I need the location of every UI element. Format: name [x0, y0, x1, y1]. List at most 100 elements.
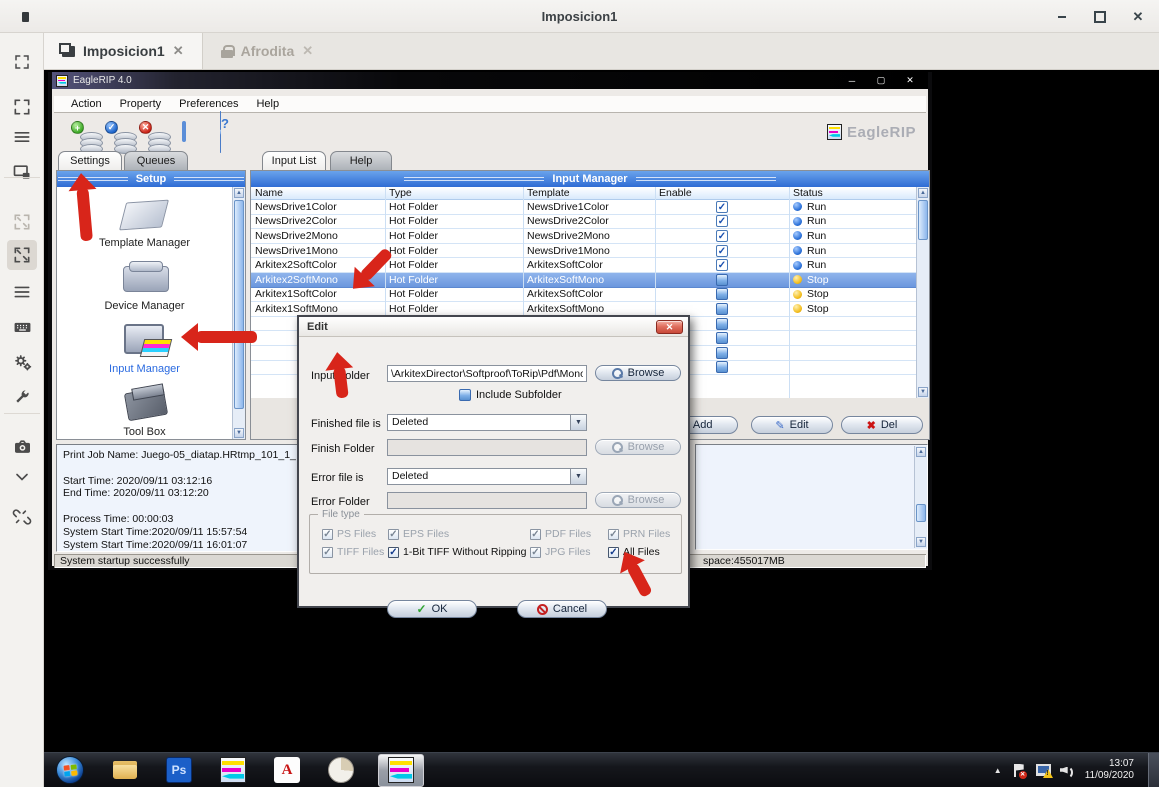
- scroll-up-icon[interactable]: ▲: [234, 188, 244, 198]
- volume-icon[interactable]: [1060, 764, 1075, 777]
- show-desktop-button[interactable]: [1148, 753, 1159, 787]
- error-file-select[interactable]: Deleted▼: [387, 468, 587, 485]
- dialog-titlebar[interactable]: Edit ✕: [299, 317, 688, 337]
- filetype-checkbox-1-bit-tiff-without-ripping[interactable]: ✓1-Bit TIFF Without Ripping: [388, 546, 530, 558]
- table-row[interactable]: NewsDrive1Mono Hot Folder NewsDrive1Mono…: [251, 244, 916, 259]
- enable-checkbox[interactable]: ✓: [716, 215, 728, 227]
- maximize-button[interactable]: [1093, 10, 1107, 24]
- table-row[interactable]: Arkitex1SoftColor Hot Folder ArkitexSoft…: [251, 288, 916, 303]
- checkbox-unchecked-icon[interactable]: [459, 389, 471, 401]
- enable-checkbox[interactable]: [716, 288, 728, 300]
- fullscreen-icon[interactable]: [10, 95, 34, 119]
- scroll-up-icon[interactable]: ▲: [916, 447, 926, 457]
- minimize-button[interactable]: [1055, 10, 1069, 24]
- menu-help[interactable]: Help: [247, 98, 288, 110]
- list-scrollbar[interactable]: ▲ ▼: [914, 446, 927, 548]
- resize-corners-icon[interactable]: [10, 50, 34, 74]
- menu-icon[interactable]: [10, 280, 34, 304]
- menu-action[interactable]: Action: [62, 98, 111, 110]
- dialog-close-button[interactable]: ✕: [656, 320, 683, 334]
- setup-item-tool-box[interactable]: Tool Box: [116, 384, 174, 438]
- browse-input-folder-button[interactable]: Browse: [595, 365, 681, 381]
- tab-help[interactable]: Help: [330, 151, 392, 170]
- eaglerip-taskbar-icon[interactable]: [220, 757, 246, 783]
- remote-desktop: EagleRIP 4.0 ─ ▢ ✕ ActionPropertyPrefere…: [44, 70, 1159, 787]
- input-folder-field[interactable]: [387, 365, 587, 382]
- finished-file-select[interactable]: Deleted▼: [387, 414, 587, 431]
- screenshot-camera-icon[interactable]: [10, 435, 34, 459]
- eaglerip-titlebar[interactable]: EagleRIP 4.0 ─ ▢ ✕: [52, 72, 928, 89]
- table-row[interactable]: NewsDrive1Color Hot Folder NewsDrive1Col…: [251, 200, 916, 215]
- erip-maximize-button[interactable]: ▢: [873, 75, 889, 86]
- preferences-gears-icon[interactable]: [10, 350, 34, 374]
- enable-checkbox[interactable]: ✓: [716, 259, 728, 271]
- scroll-down-icon[interactable]: ▼: [918, 387, 928, 397]
- enable-checkbox[interactable]: ✓: [716, 230, 728, 242]
- erip-close-button[interactable]: ✕: [902, 75, 918, 86]
- scroll-down-icon[interactable]: ▼: [916, 537, 926, 547]
- clock[interactable]: 13:0711/09/2020: [1085, 758, 1138, 782]
- setup-item-device-manager[interactable]: Device Manager: [104, 258, 184, 312]
- edit-button[interactable]: ✎Edit: [751, 416, 833, 434]
- table-row[interactable]: NewsDrive2Mono Hot Folder NewsDrive2Mono…: [251, 229, 916, 244]
- tools-wrench-icon[interactable]: [10, 385, 34, 409]
- cancel-button[interactable]: Cancel: [517, 600, 607, 618]
- scroll-up-icon[interactable]: ▲: [918, 188, 928, 198]
- enable-checkbox[interactable]: ✓: [716, 201, 728, 213]
- enable-checkbox[interactable]: [716, 274, 728, 286]
- erip-minimize-button[interactable]: ─: [844, 76, 860, 86]
- enable-checkbox[interactable]: [716, 318, 728, 330]
- tab-imposicion1[interactable]: Imposicion1 ✕: [44, 33, 203, 69]
- tab-close-icon[interactable]: ✕: [173, 43, 184, 59]
- setup-item-template-manager[interactable]: Template Manager: [99, 195, 190, 249]
- chevron-down-icon[interactable]: ▼: [570, 469, 586, 484]
- table-row[interactable]: NewsDrive2Color Hot Folder NewsDrive2Col…: [251, 215, 916, 230]
- help-icon[interactable]: [220, 112, 221, 153]
- keyboard-icon[interactable]: [10, 315, 34, 339]
- ok-button[interactable]: ✓OK: [387, 600, 477, 618]
- clock-app-taskbar-icon[interactable]: [328, 757, 354, 783]
- multi-monitor-icon[interactable]: [10, 160, 34, 184]
- scroll-down-icon[interactable]: ▼: [234, 428, 244, 438]
- disconnect-icon[interactable]: [10, 505, 34, 529]
- enable-checkbox[interactable]: [716, 347, 728, 359]
- tab-close-icon[interactable]: ✕: [302, 43, 313, 59]
- collapse-chevron-icon[interactable]: [10, 465, 34, 489]
- tab-settings[interactable]: Settings: [58, 151, 122, 170]
- close-button[interactable]: ✕: [1131, 10, 1145, 24]
- chevron-down-icon[interactable]: ▼: [570, 415, 586, 430]
- row-status: Stop: [793, 288, 913, 302]
- queue-list-panel[interactable]: ▲ ▼: [695, 444, 928, 550]
- setup-item-input-manager[interactable]: Input Manager: [109, 321, 180, 375]
- table-scrollbar[interactable]: ▲ ▼: [916, 187, 929, 398]
- acrobat-taskbar-icon[interactable]: A: [274, 757, 300, 783]
- document-icon[interactable]: [182, 123, 186, 141]
- menu-property[interactable]: Property: [111, 98, 171, 110]
- enable-checkbox[interactable]: [716, 361, 728, 373]
- explorer-taskbar-icon[interactable]: [112, 757, 138, 783]
- tab-input-list[interactable]: Input List: [262, 151, 326, 170]
- scaled-mode-active-icon[interactable]: [7, 240, 37, 270]
- setup-scrollbar[interactable]: ▲ ▼: [232, 187, 245, 439]
- show-hidden-icons-button[interactable]: ▲: [994, 766, 1002, 775]
- resolution-lines-icon[interactable]: [10, 125, 34, 149]
- photoshop-taskbar-icon[interactable]: Ps: [166, 757, 192, 783]
- del-button[interactable]: ✖Del: [841, 416, 923, 434]
- tab-queues[interactable]: Queues: [124, 151, 188, 170]
- include-subfolder-checkbox[interactable]: Include Subfolder: [459, 389, 562, 401]
- enable-checkbox[interactable]: [716, 303, 728, 315]
- eaglerip-active-task-button[interactable]: [378, 754, 424, 787]
- action-center-icon[interactable]: ✕: [1012, 764, 1025, 777]
- table-header[interactable]: Name Type Template Enable Status: [251, 187, 916, 200]
- network-warning-icon[interactable]: [1035, 764, 1050, 777]
- tab-afrodita[interactable]: Afrodita ✕: [203, 33, 332, 69]
- status-dot-icon: [793, 304, 802, 313]
- menu-preferences[interactable]: Preferences: [170, 98, 247, 110]
- start-button[interactable]: [56, 756, 84, 784]
- scaled-mode-disabled-icon[interactable]: [10, 210, 34, 234]
- checkbox-icon[interactable]: ✓: [388, 547, 399, 558]
- tab-label: Afrodita: [241, 43, 295, 59]
- checkbox-icon: ✓: [322, 529, 333, 540]
- enable-checkbox[interactable]: [716, 332, 728, 344]
- enable-checkbox[interactable]: ✓: [716, 245, 728, 257]
